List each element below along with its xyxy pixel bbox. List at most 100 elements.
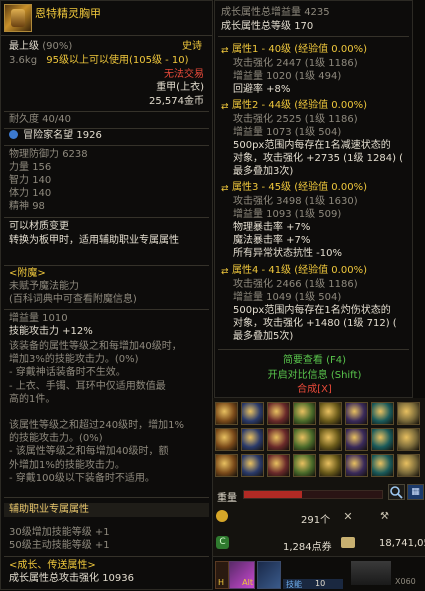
skill-bar: H Alt 技能 10 X060 xyxy=(213,556,425,591)
inventory-slot[interactable] xyxy=(371,428,394,451)
inventory-slot[interactable] xyxy=(215,402,238,425)
inventory-slot[interactable] xyxy=(267,428,290,451)
rarity-label: 史诗 xyxy=(182,41,202,52)
synthesize-link[interactable]: 合成[X] xyxy=(221,384,408,396)
attr-line: 攻击强化 2525 (1级 1186) xyxy=(233,114,358,125)
gold-count: 291个 xyxy=(301,515,331,526)
inventory-slot[interactable] xyxy=(241,454,264,477)
inventory-slot[interactable] xyxy=(397,428,420,451)
attr-line: 攻击强化 3498 (1级 1630) xyxy=(233,196,358,207)
inventory-slot[interactable] xyxy=(319,454,342,477)
total-level-value: 170 xyxy=(294,21,314,32)
inventory-slot[interactable] xyxy=(241,428,264,451)
chest-armor-icon xyxy=(4,4,32,32)
attr-line: 500px范围内每存在1名灼伤状态的 xyxy=(233,305,391,316)
enchant-hint: (百科词典中可查看附魔信息) xyxy=(9,294,137,305)
inventory-slot[interactable] xyxy=(241,402,264,425)
inventory-slot[interactable] xyxy=(215,454,238,477)
inventory-slot[interactable] xyxy=(215,428,238,451)
skill-level-bar: 技能 10 xyxy=(283,579,343,589)
shuffle-icon: ⇄ xyxy=(221,102,229,112)
inventory-slot[interactable] xyxy=(293,454,316,477)
inventory-slot[interactable] xyxy=(319,402,342,425)
weight-bar-fill xyxy=(244,491,302,498)
assist-line: 30级增加技能等级 +1 xyxy=(9,527,110,538)
level-requirement: 95级以上可以使用(105级 - 10) xyxy=(46,55,189,66)
sort-button[interactable]: ▦ xyxy=(407,484,424,500)
enchant-header: <附魔> xyxy=(9,268,46,279)
inventory-slot[interactable] xyxy=(371,402,394,425)
item-grade-pct: (90%) xyxy=(42,41,73,52)
attr-line: 对象，攻击强化 +1480 (1级 712) ( xyxy=(233,318,397,329)
hotkey-label: H xyxy=(218,578,225,587)
attr-line: 500px范围内每存在1名减速状态的 xyxy=(233,140,391,151)
item-header: 恩特精灵胸甲 xyxy=(1,1,212,36)
gold-coin-icon xyxy=(216,510,228,522)
attr-line: 对象，攻击强化 +2735 (1级 1284) ( xyxy=(233,153,404,164)
attr-line: 增益量 1093 (1级 509) xyxy=(233,209,342,220)
skill-slot[interactable] xyxy=(257,561,281,589)
shuffle-icon: ⇄ xyxy=(221,267,229,277)
inventory-slot[interactable] xyxy=(319,428,342,451)
attr-line: 增益量 1073 (1级 504) xyxy=(233,127,342,138)
total-level-label: 成长属性总等级 xyxy=(221,21,291,32)
armor-type: 重甲(上衣) xyxy=(156,82,204,93)
inventory-slot[interactable] xyxy=(345,402,368,425)
money-value: 18,741,05 xyxy=(379,538,425,549)
skill-attack: 技能攻击力 +12% xyxy=(9,326,93,337)
skill-slot[interactable]: H xyxy=(215,561,229,589)
cera-point-icon: C xyxy=(216,536,229,549)
growth-tooltip: 成长属性总增益量 4235 成长属性总等级 170 ⇄ 属性1 - 40级 (经验… xyxy=(214,0,413,398)
sell-price: 25,574金币 xyxy=(149,96,204,107)
attr-title: ⇄ 属性4 - 41级 (经验值 0.00%) xyxy=(221,265,367,277)
attr-line: 魔法暴击率 +7% xyxy=(233,235,311,246)
bottom-right-code: X060 xyxy=(395,577,416,586)
attr-line: 最多叠加5次) xyxy=(233,331,294,342)
enchant-state: 未赋予魔法能力 xyxy=(9,281,79,292)
trade-status: 无法交易 xyxy=(164,69,204,80)
inventory-slot[interactable] xyxy=(293,402,316,425)
inventory-slot[interactable] xyxy=(345,428,368,451)
attr-line: 攻击强化 2466 (1级 1186) xyxy=(233,279,358,290)
growth-total-label: 成长属性总攻击强化 xyxy=(9,573,99,584)
attr-title: ⇄ 属性3 - 45级 (经验值 0.00%) xyxy=(221,182,367,194)
crossed-swords-icon: ✕ xyxy=(343,510,353,523)
character-portrait xyxy=(351,561,391,585)
attr-title: ⇄ 属性2 - 44级 (经验值 0.00%) xyxy=(221,100,367,112)
fame-label: 冒险家名望 xyxy=(23,130,74,141)
grid-icon: ▦ xyxy=(411,487,420,497)
inventory-slot[interactable] xyxy=(397,454,420,477)
item-tooltip: 恩特精灵胸甲 最上级 (90%) 史诗 3.6kg 95级以上可以使用(105级… xyxy=(0,0,213,590)
material-change: 可以材质变更 xyxy=(9,221,69,232)
inventory-slot[interactable] xyxy=(397,402,420,425)
inventory-slot[interactable] xyxy=(267,402,290,425)
total-boost-value: 4235 xyxy=(304,7,330,18)
item-grade: 最上级 xyxy=(9,41,39,52)
convert-note: 转换为板甲时，适用辅助职业专属属性 xyxy=(9,235,179,246)
search-button[interactable] xyxy=(388,484,405,500)
skill-slot[interactable]: Alt xyxy=(229,561,255,589)
assist-line: 50级主动技能等级 +1 xyxy=(9,540,110,551)
inventory-slot[interactable] xyxy=(293,428,316,451)
stat-row: 体力 140 xyxy=(9,188,52,199)
shuffle-icon: ⇄ xyxy=(221,46,229,56)
attr-line: 回避率 +8% xyxy=(233,84,291,95)
stat-row: 智力 140 xyxy=(9,175,52,186)
inventory-slot[interactable] xyxy=(267,454,290,477)
compare-link[interactable]: 开启对比信息 (Shift) xyxy=(221,370,408,382)
durability: 耐久度 40/40 xyxy=(9,114,71,125)
attr-line: 物理暴击率 +7% xyxy=(233,222,311,233)
simple-view-link[interactable]: 简要查看 (F4) xyxy=(221,355,408,367)
inventory-panel: 重量 ▦ 291个 ✕ ⚒ C 1,284点券 18,741,05 H Alt … xyxy=(213,398,425,591)
attr-line: 增益量 1020 (1级 494) xyxy=(233,71,342,82)
stat-row: 物理防御力 6238 xyxy=(9,149,88,160)
attr-line: 增益量 1049 (1级 504) xyxy=(233,292,342,303)
skill-level: 10 xyxy=(315,579,326,588)
alt-label: Alt xyxy=(242,578,253,587)
stat-row: 精神 98 xyxy=(9,201,45,212)
tools-icon: ⚒ xyxy=(380,511,389,522)
skill-label: 技能 xyxy=(286,580,302,589)
inventory-slot[interactable] xyxy=(345,454,368,477)
inventory-slot[interactable] xyxy=(371,454,394,477)
shuffle-icon: ⇄ xyxy=(221,184,229,194)
